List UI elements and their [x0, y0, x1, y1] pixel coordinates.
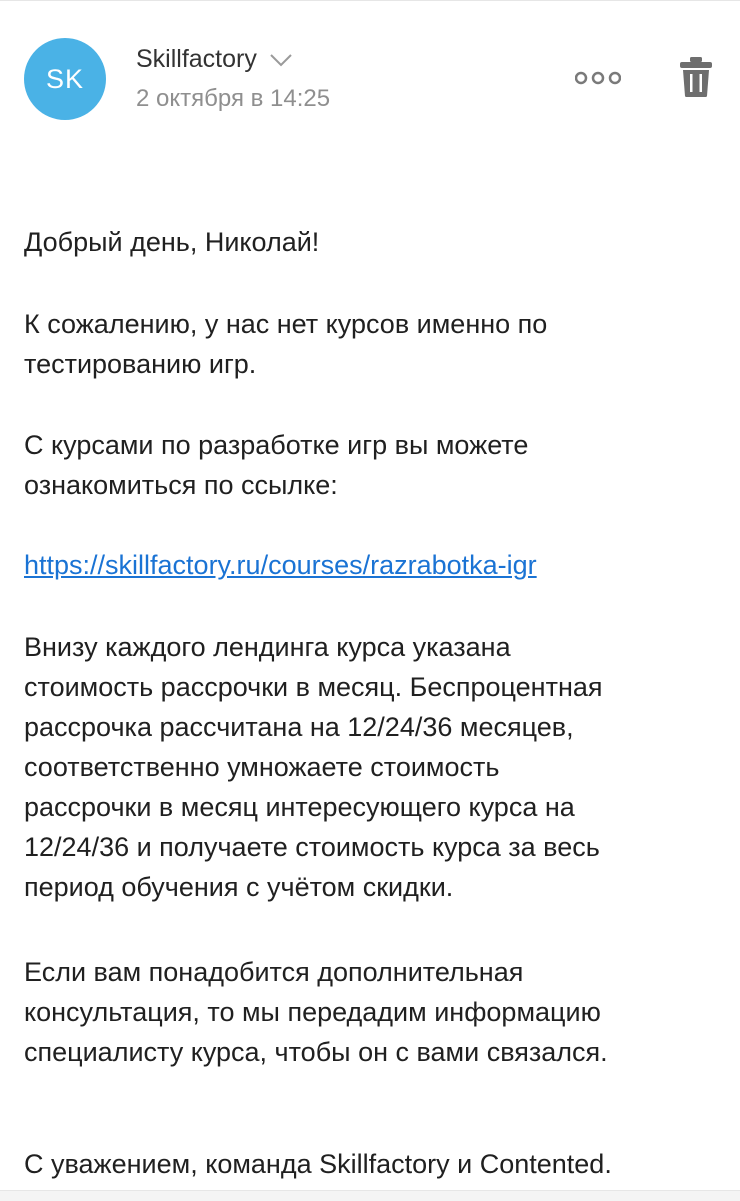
email-date: 2 октября в 14:25 [136, 85, 331, 112]
text-line: консультация, то мы передадим информацию [24, 997, 601, 1027]
more-horizontal-icon[interactable] [575, 68, 621, 88]
text-line: тестированию игр. [24, 349, 257, 379]
email-header: SK Skillfactory 2 октября в 14:25 [0, 0, 740, 150]
paragraph-no-courses: К сожалению, у нас нет курсов именно по … [24, 304, 714, 384]
chevron-down-icon[interactable] [269, 50, 293, 70]
text-line: ознакомиться по ссылке: [24, 470, 338, 500]
avatar-initials: SK [45, 63, 85, 94]
paragraph-link: https://skillfactory.ru/courses/razrabot… [24, 545, 537, 585]
text-line: период обучения с учётом скидки. [24, 872, 454, 902]
text-line: Внизу каждого лендинга курса указана [24, 632, 511, 662]
text-line: соответственно умножаете стоимость [24, 752, 500, 782]
sender-row[interactable]: Skillfactory [136, 45, 293, 74]
text-line: С курсами по разработке игр вы можете [24, 430, 529, 460]
text-line: специалисту курса, чтобы он с вами связа… [24, 1037, 608, 1067]
text-line: Если вам понадобится дополнительная [24, 957, 524, 987]
signature: С уважением, команда Skillfactory и Cont… [24, 1149, 612, 1179]
text-line: рассрочка рассчитана на 12/24/36 месяцев… [24, 712, 574, 742]
text-line: стоимость рассрочки в месяц. Беспроцентн… [24, 672, 603, 702]
text-line: К сожалению, у нас нет курсов именно по [24, 309, 548, 339]
text-line: рассрочки в месяц интересующего курса на [24, 792, 575, 822]
bottom-divider [0, 1190, 740, 1201]
paragraph-courses: С курсами по разработке игр вы можете оз… [24, 425, 714, 505]
avatar[interactable]: SK [24, 38, 106, 120]
paragraph-consultation: Если вам понадобится дополнительная конс… [24, 952, 714, 1072]
greeting: Добрый день, Николай! [24, 227, 320, 257]
course-link[interactable]: https://skillfactory.ru/courses/razrabot… [24, 550, 537, 580]
trash-icon[interactable] [679, 56, 713, 98]
sender-name[interactable]: Skillfactory [136, 45, 257, 74]
paragraph-pricing: Внизу каждого лендинга курса указана сто… [24, 627, 714, 907]
text-line: 12/24/36 и получаете стоимость курса за … [24, 832, 600, 862]
